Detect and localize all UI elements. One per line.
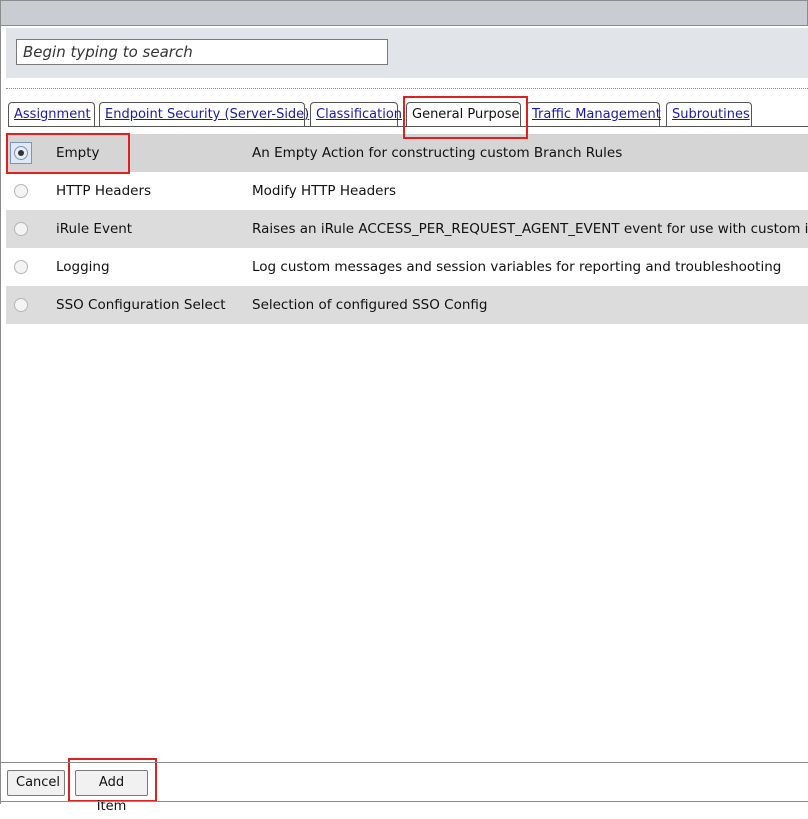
item-description: An Empty Action for constructing custom …	[252, 145, 623, 161]
search-input[interactable]	[16, 39, 388, 65]
action-category-tabs: Assignment Endpoint Security (Server-Sid…	[8, 102, 808, 126]
tab-assignment[interactable]: Assignment	[8, 102, 95, 126]
tab-label: Traffic Management	[532, 107, 661, 122]
list-item[interactable]: Empty An Empty Action for constructing c…	[6, 134, 808, 172]
list-item[interactable]: HTTP Headers Modify HTTP Headers	[6, 172, 808, 210]
search-area	[6, 28, 808, 78]
divider	[6, 88, 808, 89]
list-item[interactable]: iRule Event Raises an iRule ACCESS_PER_R…	[6, 210, 808, 248]
tab-traffic-management[interactable]: Traffic Management	[526, 102, 661, 126]
radio-button[interactable]	[14, 146, 28, 160]
item-description: Modify HTTP Headers	[252, 183, 397, 199]
dialog-bottom-border	[0, 801, 808, 802]
tab-label: Subroutines	[672, 107, 750, 122]
radio-button[interactable]	[14, 184, 28, 198]
item-description: Selection of configured SSO Config	[252, 297, 488, 313]
radio-button[interactable]	[14, 222, 28, 236]
item-name: Empty	[56, 145, 100, 161]
tab-general-purpose[interactable]: General Purpose	[406, 102, 521, 126]
tab-subroutines[interactable]: Subroutines	[666, 102, 752, 126]
action-list: Empty An Empty Action for constructing c…	[6, 134, 808, 324]
dialog-left-border	[0, 26, 1, 804]
tab-classification[interactable]: Classification	[310, 102, 402, 126]
tab-endpoint-security[interactable]: Endpoint Security (Server-Side)	[99, 102, 309, 126]
tab-label: Classification	[316, 107, 403, 122]
add-item-button[interactable]: Add Item	[75, 770, 148, 814]
dialog-title-bar	[0, 0, 808, 26]
item-name: iRule Event	[56, 221, 133, 237]
tab-label: Endpoint Security (Server-Side)	[105, 107, 310, 122]
item-name: Logging	[56, 259, 110, 275]
cancel-button[interactable]: Cancel	[7, 770, 65, 796]
radio-button[interactable]	[14, 298, 28, 312]
radio-button[interactable]	[14, 260, 28, 274]
footer-divider	[0, 762, 808, 763]
tab-label: Assignment	[14, 107, 91, 122]
list-item[interactable]: Logging Log custom messages and session …	[6, 248, 808, 286]
item-name: SSO Configuration Select	[56, 297, 226, 313]
tabs-baseline	[8, 126, 808, 127]
item-description: Raises an iRule ACCESS_PER_REQUEST_AGENT…	[252, 221, 808, 237]
tab-label: General Purpose	[412, 107, 520, 122]
list-item[interactable]: SSO Configuration Select Selection of co…	[6, 286, 808, 324]
item-name: HTTP Headers	[56, 183, 152, 199]
item-description: Log custom messages and session variable…	[252, 259, 782, 275]
